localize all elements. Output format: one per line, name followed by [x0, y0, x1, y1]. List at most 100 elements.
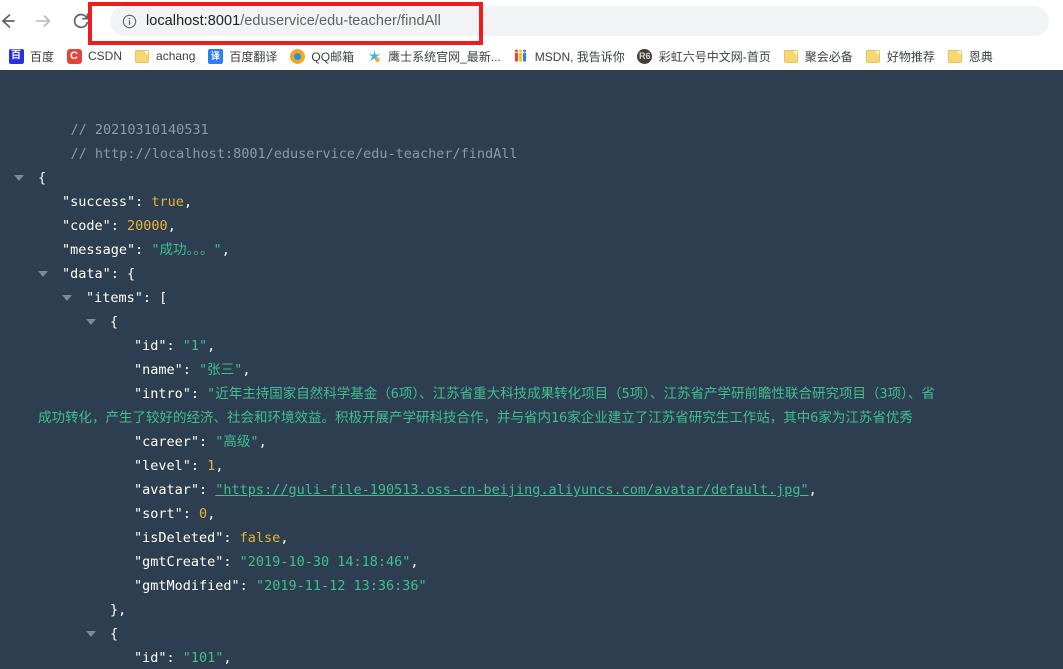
json-line: "gmtModified": "2019-11-12 13:36:36" — [0, 574, 1063, 598]
fold-toggle-icon[interactable] — [86, 319, 96, 325]
bookmark-item[interactable]: 好物推荐 — [859, 44, 941, 68]
fold-toggle-icon[interactable] — [38, 271, 48, 277]
json-token-pun: , — [223, 650, 232, 666]
bookmark-label: 恩典 — [968, 49, 993, 64]
json-line-text: "name": "张三", — [0, 358, 250, 382]
json-token-key: "success" — [62, 194, 136, 210]
msdn-icon — [513, 48, 529, 64]
json-line-text: "isDeleted": false, — [0, 526, 288, 550]
bookmark-label: 鹰士系统官网_最新... — [388, 49, 501, 64]
json-line: "id": "1", — [0, 334, 1063, 358]
json-line-text: "items": [ — [0, 286, 167, 310]
json-token-key: "level" — [134, 458, 191, 474]
bookmark-label: QQ邮箱 — [311, 49, 355, 64]
address-bar[interactable]: localhost:8001/eduservice/edu-teacher/fi… — [110, 6, 1049, 36]
bookmark-item[interactable]: 鹰士系统官网_最新... — [360, 44, 507, 68]
json-token-str: "2019-11-12 13:36:36" — [255, 578, 427, 594]
json-token-pun: , — [215, 458, 224, 474]
bookmark-item[interactable]: 百百度 — [2, 44, 60, 68]
bookmark-item[interactable]: achang — [128, 44, 201, 68]
fold-toggle-icon[interactable] — [62, 295, 72, 301]
bookmark-item[interactable]: QQ邮箱 — [283, 44, 360, 68]
json-token-pun: , — [258, 434, 267, 450]
json-token-key: "isDeleted" — [134, 530, 224, 546]
info-circle-icon[interactable] — [120, 12, 138, 30]
json-token-key: "id" — [134, 338, 167, 354]
bookmark-item[interactable]: C CSDN — [60, 44, 128, 68]
json-token-pun: , — [242, 362, 251, 378]
json-line: "career": "高级", — [0, 430, 1063, 454]
json-line: { — [0, 310, 1063, 334]
fold-toggle-icon[interactable] — [14, 175, 24, 181]
json-token-pun: , — [183, 194, 193, 210]
json-comment-url: // http://localhost:8001/eduservice/edu-… — [70, 146, 518, 162]
json-line-text: "data": { — [0, 262, 135, 286]
json-content: {"success": true, "code": 20000, "message"… — [0, 166, 1063, 669]
baidu-icon: 百 — [8, 48, 24, 64]
reload-button[interactable] — [66, 6, 96, 36]
json-token-key: "avatar" — [134, 482, 200, 498]
json-token-pun: : — [199, 482, 216, 498]
back-button[interactable] — [0, 6, 22, 36]
json-token-pun: : — [223, 530, 240, 546]
json-line: "level": 1, — [0, 454, 1063, 478]
json-token-bool: true — [151, 194, 184, 210]
bookmark-item[interactable]: MSDN, 我告诉你 — [507, 44, 631, 68]
folder-icon — [947, 48, 963, 64]
json-token-key: "gmtCreate" — [134, 554, 224, 570]
json-line-text: "gmtCreate": "2019-10-30 14:18:46", — [0, 550, 419, 574]
bookmark-item[interactable]: 译百度翻译 — [201, 44, 283, 68]
json-token-str: "成功。。。" — [151, 242, 222, 258]
json-token-pun: : — [190, 386, 208, 402]
json-line: "success": true, — [0, 190, 1063, 214]
json-token-str: "2019-10-30 14:18:46" — [239, 554, 411, 570]
json-token-key: "message" — [62, 242, 136, 258]
json-line: { — [0, 622, 1063, 646]
baidu-fanyi-icon: 译 — [207, 48, 223, 64]
bookmark-label: CSDN — [88, 49, 123, 63]
json-token-pun: { — [110, 626, 119, 642]
json-token-str: "张三" — [199, 362, 243, 378]
bookmark-label: MSDN, 我告诉你 — [534, 49, 625, 64]
forward-button[interactable] — [28, 6, 58, 36]
json-token-pun: : — [239, 578, 256, 594]
json-token-pun: , — [221, 242, 230, 258]
fold-toggle-icon[interactable] — [86, 631, 96, 637]
json-token-str: 成功转化，产生了较好的经济、社会和环境效益。积极开展产学研科技合作，并与省内16… — [38, 410, 913, 426]
folder-icon — [134, 48, 150, 64]
rainbow-six-icon: R6 — [637, 48, 653, 64]
json-token-pun: : — [135, 242, 152, 258]
json-token-bool: false — [239, 530, 281, 546]
reload-icon — [73, 13, 89, 29]
json-token-key: "sort" — [134, 506, 183, 522]
json-comment-line: // 20210310140531 — [0, 94, 1063, 138]
json-token-pun: : [ — [142, 290, 168, 306]
json-line-text: "id": "1", — [0, 334, 215, 358]
json-line: "message": "成功。。。", — [0, 238, 1063, 262]
json-token-num: 0 — [199, 506, 208, 522]
json-token-lnk[interactable]: "https://guli-file-190513.oss-cn-beijing… — [215, 482, 808, 498]
json-line-text: "id": "101", — [0, 646, 232, 669]
json-token-key: "items" — [86, 290, 143, 306]
address-bar-text: localhost:8001/eduservice/edu-teacher/fi… — [146, 13, 441, 29]
json-token-pun: : — [182, 506, 200, 522]
json-token-pun: }, — [110, 602, 127, 618]
bookmark-item[interactable]: 聚会必备 — [777, 44, 859, 68]
bookmark-item[interactable]: R6 彩虹六号中文网-首页 — [631, 44, 777, 68]
json-line: 成功转化，产生了较好的经济、社会和环境效益。积极开展产学研科技合作，并与省内16… — [0, 406, 1063, 430]
json-token-str: "1" — [182, 338, 208, 354]
json-token-key: "data" — [62, 266, 111, 282]
json-token-pun: { — [110, 314, 119, 330]
json-line: "sort": 0, — [0, 502, 1063, 526]
bookmarks-bar: 百百度 C CSDN achang 译百度翻译 QQ邮箱 鹰士系统官网_最新... MSDN,… — [0, 42, 1063, 70]
bookmark-item[interactable]: 恩典 — [941, 44, 999, 68]
json-token-pun: : — [166, 338, 183, 354]
json-line-text: "sort": 0, — [0, 502, 215, 526]
json-token-pun: , — [207, 506, 216, 522]
json-token-pun: : { — [110, 266, 136, 282]
json-token-key: "intro" — [134, 386, 191, 402]
json-line: "items": [ — [0, 286, 1063, 310]
json-token-pun: , — [167, 218, 176, 234]
json-viewer: // 20210310140531 // http://localhost:80… — [0, 70, 1063, 669]
json-line-text: "avatar": "https://guli-file-190513.oss-… — [0, 478, 817, 502]
